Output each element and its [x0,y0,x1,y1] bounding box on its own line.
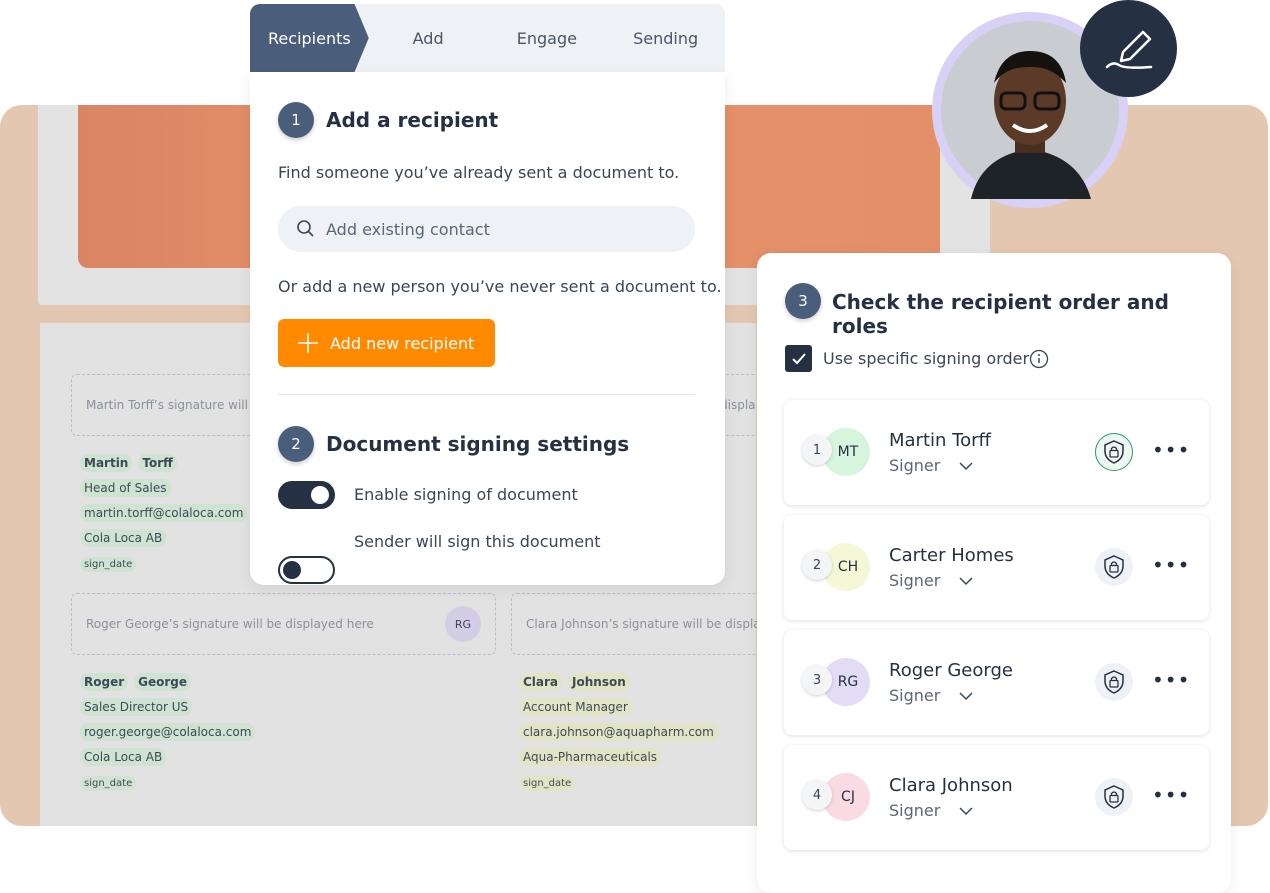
signature-box-roger: Roger George’s signature will be display… [71,593,496,655]
check-icon [791,352,806,364]
section-description: Or add a new person you’ve never sent a … [278,277,722,296]
plus-icon [298,333,318,353]
recipient-name: Martin Torff [889,430,991,451]
field-sign-date[interactable]: sign_date [80,776,137,791]
field-first-name[interactable]: Roger [80,673,129,691]
search-icon [297,220,314,237]
more-options-icon[interactable]: ••• [1152,553,1190,577]
field-email[interactable]: clara.johnson@aquapharm.com [519,723,718,741]
field-email[interactable]: martin.torff@colaloca.com [80,504,248,522]
field-title[interactable]: Sales Director US [80,698,193,716]
order-number: 3 [802,665,832,695]
recipient-row: 4 CJ Clara Johnson Signer ••• [784,745,1209,850]
signature-box-clara: Clara Johnson’s signature will be displa… [511,593,771,655]
more-options-icon[interactable]: ••• [1152,668,1190,692]
role-dropdown[interactable]: Signer [889,686,973,705]
role-label: Signer [889,801,941,820]
recipient-name: Clara Johnson [889,775,1013,796]
section-title: Document signing settings [326,432,630,456]
field-title[interactable]: Head of Sales [80,479,171,497]
step-sending[interactable]: Sending [606,4,725,72]
recipient-row: 3 RG Roger George Signer ••• [784,630,1209,735]
section-description: Find someone you’ve already sent a docum… [278,163,680,182]
field-first-name[interactable]: Martin [80,454,133,472]
signature-placeholder: displa [720,398,756,412]
recipient-panel: 1 Add a recipient Find someone you’ve al… [250,72,725,585]
field-sign-date[interactable]: sign_date [80,557,137,572]
signature-placeholder: Roger George’s signature will be display… [86,617,374,631]
recipient-name: Roger George [889,660,1013,681]
step-recipients[interactable]: Recipients [250,4,369,72]
search-contact-input[interactable]: Add existing contact [278,206,695,252]
recipient-row: 2 CH Carter Homes Signer ••• [784,515,1209,620]
more-options-icon[interactable]: ••• [1152,438,1190,462]
field-sign-date[interactable]: sign_date [519,776,576,791]
role-dropdown[interactable]: Signer [889,801,973,820]
recipient-name: Carter Homes [889,545,1014,566]
chevron-down-icon [959,807,973,816]
order-number: 2 [802,550,832,580]
security-button[interactable] [1095,663,1133,701]
section-title: Add a recipient [326,108,499,132]
chevron-down-icon [959,692,973,701]
security-button[interactable] [1095,433,1133,471]
field-last-name[interactable]: George [134,673,192,691]
role-label: Signer [889,686,941,705]
toggle-label: Enable signing of document [354,485,578,504]
recipient-order-panel: 3 Check the recipient order and roles Us… [757,253,1231,893]
step-number: 3 [785,283,821,319]
signing-order-checkbox[interactable] [785,345,812,372]
enable-signing-toggle[interactable] [278,481,335,509]
security-button[interactable] [1095,778,1133,816]
security-button[interactable] [1095,548,1133,586]
field-company[interactable]: Cola Loca AB [80,748,167,766]
step-number: 2 [278,426,314,462]
martin-fields: Martin Torff Head of Sales martin.torff@c… [80,452,253,577]
section-title: Check the recipient order and roles [832,290,1169,338]
field-last-name[interactable]: Johnson [568,673,630,691]
order-number: 4 [802,780,832,810]
divider [278,394,695,395]
clara-fields: Clara Johnson Account Manager clara.johns… [519,671,724,796]
toggle-label: Sender will sign this document [354,532,601,551]
signature-placeholder: Clara Johnson’s signature will be displa… [526,617,771,631]
role-dropdown[interactable]: Signer [889,456,973,475]
shield-lock-icon [1104,555,1124,579]
more-options-icon[interactable]: ••• [1152,783,1190,807]
pencil-icon [1105,30,1152,69]
chevron-down-icon [959,577,973,586]
field-last-name[interactable]: Torff [138,454,177,472]
roger-fields: Roger George Sales Director US roger.geor… [80,671,261,796]
shield-lock-icon [1104,440,1124,464]
chevron-down-icon [959,462,973,471]
role-dropdown[interactable]: Signer [889,571,973,590]
shield-lock-icon [1104,670,1124,694]
checkbox-label: Use specific signing order [823,349,1030,368]
field-title[interactable]: Account Manager [519,698,632,716]
recipient-row: 1 MT Martin Torff Signer ••• [784,400,1209,505]
shield-lock-icon [1104,785,1124,809]
add-new-recipient-button[interactable]: Add new recipient [278,319,495,367]
info-icon[interactable] [1029,349,1049,369]
search-placeholder: Add existing contact [326,219,490,239]
sign-button[interactable] [1080,0,1177,97]
button-label: Add new recipient [330,333,475,353]
role-label: Signer [889,456,941,475]
order-number: 1 [802,435,832,465]
avatar: RG [445,606,481,642]
stepper: Recipients Add Engage Sending [250,4,725,72]
step-add[interactable]: Add [369,4,488,72]
sender-sign-toggle[interactable] [278,556,335,584]
step-engage[interactable]: Engage [488,4,607,72]
field-email[interactable]: roger.george@colaloca.com [80,723,256,741]
field-company[interactable]: Cola Loca AB [80,529,167,547]
role-label: Signer [889,571,941,590]
field-company[interactable]: Aqua-Pharmaceuticals [519,748,662,766]
field-first-name[interactable]: Clara [519,673,563,691]
step-number: 1 [278,102,314,138]
